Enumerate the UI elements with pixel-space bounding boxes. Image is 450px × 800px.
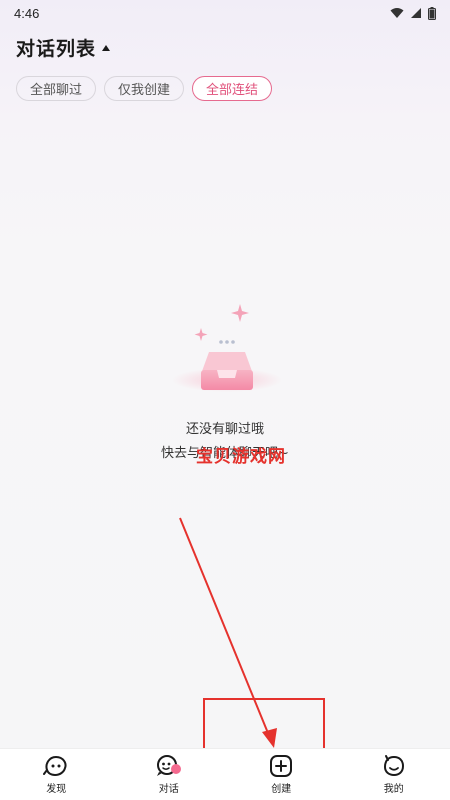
- signal-icon: [411, 8, 421, 18]
- header-title-dropdown[interactable]: 对话列表: [16, 34, 111, 60]
- page-title: 对话列表: [16, 37, 97, 60]
- wifi-icon: [390, 8, 404, 18]
- status-bar: 4:46: [0, 0, 450, 26]
- filter-all-chatted[interactable]: 全部聊过: [16, 76, 97, 101]
- profile-icon: [383, 755, 404, 777]
- chat-icon: [156, 755, 181, 776]
- nav-label-create: 创建: [271, 784, 292, 795]
- nav-label-discover: 发现: [46, 784, 67, 795]
- nav-item-create[interactable]: 创建: [236, 754, 326, 795]
- filter-created-by-me[interactable]: 仅我创建: [104, 76, 185, 101]
- status-time: 4:46: [14, 5, 40, 21]
- battery-icon: [428, 6, 436, 20]
- empty-state-title: 还没有聊过哦: [185, 422, 264, 437]
- status-icons: [390, 6, 436, 20]
- nav-item-discover[interactable]: 发现: [11, 754, 101, 795]
- empty-inbox-illustration: [172, 304, 282, 392]
- bottom-nav: 发现 对话 创建 我的: [0, 748, 450, 800]
- filter-row: 全部聊过 仅我创建 全部连结: [16, 76, 273, 101]
- nav-item-profile[interactable]: 我的: [349, 754, 439, 795]
- annotation-arrow: [179, 517, 277, 748]
- nav-label-chat: 对话: [158, 784, 179, 795]
- discover-icon: [43, 755, 67, 777]
- filter-all-connected[interactable]: 全部连结: [192, 76, 273, 101]
- create-icon: [270, 755, 293, 777]
- caret-up-icon: [102, 45, 111, 51]
- watermark-text: 宝贝游戏网: [196, 447, 286, 467]
- nav-label-profile: 我的: [383, 784, 404, 795]
- nav-item-chat[interactable]: 对话: [124, 754, 214, 795]
